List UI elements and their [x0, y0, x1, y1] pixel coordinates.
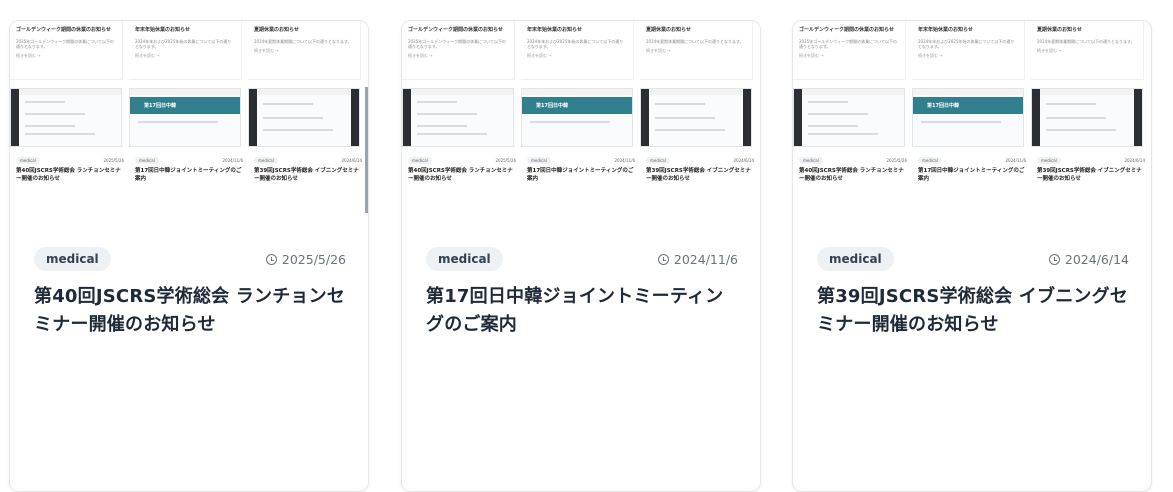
card-thumbnail: ゴールデンウィーク期間の休業のお知らせ 2025年ゴールデンウィーク期間の休業に…: [793, 21, 1151, 224]
card-thumbnail: ゴールデンウィーク期間の休業のお知らせ 2025年ゴールデンウィーク期間の休業に…: [10, 21, 368, 224]
clock-icon: [1048, 254, 1060, 265]
post-date-text: 2025/5/26: [281, 252, 346, 267]
preview-screenshot: 第17回日中韓: [521, 88, 633, 147]
post-date-text: 2024/6/14: [1064, 252, 1129, 267]
preview-notice-item: 夏期休業のお知らせ 2024年夏期休業期間について以下の通りとなります。 続きを…: [1031, 21, 1144, 80]
preview-notice-item: 年末年始休業のお知らせ 2024年末および2025年始の休業について以下の通りと…: [521, 21, 634, 80]
preview-notice-item: 夏期休業のお知らせ 2024年夏期休業期間について以下の通りとなります。 続きを…: [248, 21, 361, 80]
preview-notice-item: ゴールデンウィーク期間の休業のお知らせ 2025年ゴールデンウィーク期間の休業に…: [10, 21, 123, 80]
preview-notice-item: 年末年始休業のお知らせ 2024年末および2025年始の休業について以下の通りと…: [912, 21, 1025, 80]
category-badge[interactable]: medical: [34, 247, 111, 271]
preview-screenshot: [402, 88, 514, 147]
post-date: 2024/11/6: [657, 252, 738, 267]
post-date-text: 2024/11/6: [673, 252, 738, 267]
news-card[interactable]: ゴールデンウィーク期間の休業のお知らせ 2025年ゴールデンウィーク期間の休業に…: [401, 20, 761, 492]
preview-notice-item: 夏期休業のお知らせ 2024年夏期休業期間について以下の通りとなります。 続きを…: [640, 21, 753, 80]
preview-notice-item: ゴールデンウィーク期間の休業のお知らせ 2025年ゴールデンウィーク期間の休業に…: [402, 21, 515, 80]
preview-screenshot: 第17回日中韓: [129, 88, 241, 147]
news-card[interactable]: ゴールデンウィーク期間の休業のお知らせ 2025年ゴールデンウィーク期間の休業に…: [792, 20, 1152, 492]
preview-screenshot: [1031, 88, 1143, 147]
news-card[interactable]: ゴールデンウィーク期間の休業のお知らせ 2025年ゴールデンウィーク期間の休業に…: [9, 20, 369, 492]
preview-screenshot: 第17回日中韓: [912, 88, 1024, 147]
preview-screenshot: [640, 88, 752, 147]
preview-notice-item: 年末年始休業のお知らせ 2024年末および2025年始の休業について以下の通りと…: [129, 21, 242, 80]
card-title[interactable]: 第40回JSCRS学術総会 ランチョンセミナー開催のお知らせ: [34, 283, 346, 339]
card-title[interactable]: 第17回日中韓ジョイントミーティングのご案内: [426, 283, 738, 339]
clock-icon: [657, 254, 669, 265]
clock-icon: [265, 254, 277, 265]
preview-screenshot: [248, 88, 360, 147]
card-thumbnail: ゴールデンウィーク期間の休業のお知らせ 2025年ゴールデンウィーク期間の休業に…: [402, 21, 760, 224]
preview-screenshot: [10, 88, 122, 147]
post-date: 2024/6/14: [1048, 252, 1129, 267]
preview-notice-item: ゴールデンウィーク期間の休業のお知らせ 2025年ゴールデンウィーク期間の休業に…: [793, 21, 906, 80]
category-badge[interactable]: medical: [817, 247, 894, 271]
preview-screenshot: [793, 88, 905, 147]
card-title[interactable]: 第39回JSCRS学術総会 イブニングセミナー開催のお知らせ: [817, 283, 1129, 339]
preview-scrollbar: [365, 87, 368, 213]
category-badge[interactable]: medical: [426, 247, 503, 271]
post-date: 2025/5/26: [265, 252, 346, 267]
